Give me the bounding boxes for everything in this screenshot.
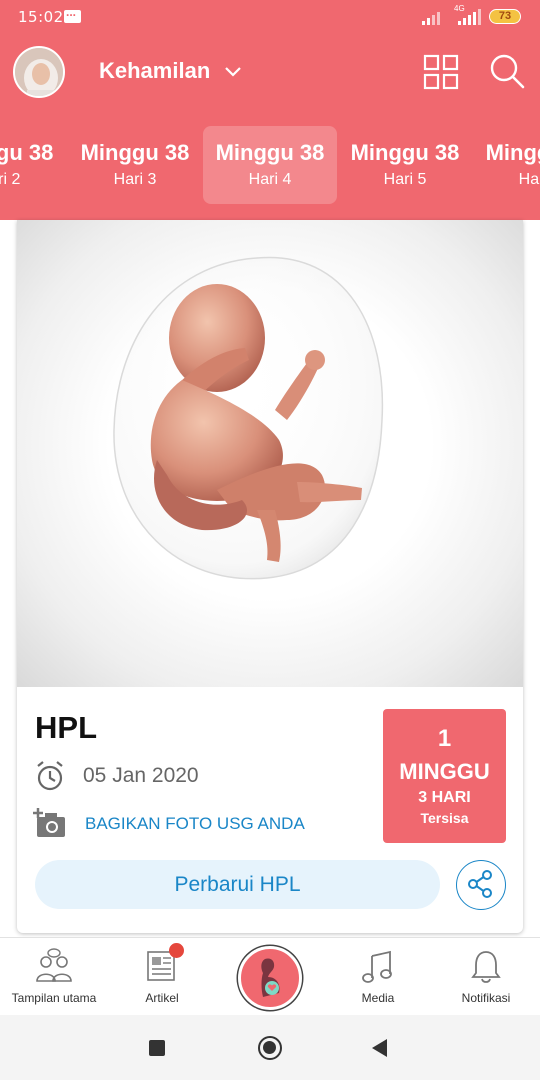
countdown-remaining: Tersisa [420,810,469,826]
nav-label: Artikel [145,991,179,1005]
notification-badge [169,943,184,958]
day-tab-week: Minggu 38 [80,140,190,165]
signal-icon-2 [458,9,481,25]
nav-media[interactable]: Media [324,938,432,1016]
home-button[interactable] [258,1036,282,1060]
system-nav-bar [0,1015,540,1080]
search-icon[interactable] [488,52,526,90]
day-tab-day: Hari 4 [248,171,292,188]
bell-icon [471,951,501,983]
app-header: Kehamilan [0,34,540,120]
message-notification-icon [64,5,81,23]
day-tab-day: Hari 2 [0,171,21,188]
bottom-nav: Tampilan utama Artikel Media Notifikasi [0,937,540,1015]
pregnancy-card: HPL 05 Jan 2020 BAGIKAN FOTO USG ANDA 1 … [17,220,523,933]
people-icon [36,948,72,982]
day-tab-week: Minggu 38 [0,140,54,165]
day-tab-day: Hari 6 [518,171,540,188]
day-tab-day: Hari 3 [113,171,157,188]
day-tab-day: Hari 5 [383,171,427,188]
status-time: 15:02 [18,8,64,26]
music-icon [362,950,392,983]
countdown-unit: MINGGU [399,759,490,784]
nav-notification[interactable]: Notifikasi [432,938,540,1016]
due-date-row: 05 Jan 2020 [35,758,199,794]
avatar-image [15,48,63,96]
share-icon [468,870,492,898]
battery-indicator: 73 [489,9,521,24]
hpl-title: HPL [35,710,97,745]
nav-label: Notifikasi [461,991,511,1005]
avatar[interactable] [13,46,65,98]
day-tab[interactable]: Minggu 38 Hari 2 [0,126,66,204]
status-bar: 15:02 4G 73 [0,0,540,34]
update-hpl-button[interactable]: Perbarui HPL [35,860,440,909]
chevron-down-icon [224,58,242,84]
page-title-dropdown[interactable]: Kehamilan [99,58,242,84]
day-tab-week: Minggu 38 [485,140,540,165]
share-usg-label: BAGIKAN FOTO USG ANDA [85,814,305,833]
add-photo-icon [33,808,65,837]
countdown-days: 3 HARI [418,789,471,806]
back-button[interactable] [372,1039,387,1057]
fetus-illustration[interactable] [17,220,523,687]
day-tab-week: Minggu 38 [350,140,460,165]
share-usg-link[interactable]: BAGIKAN FOTO USG ANDA [33,806,305,842]
day-tab-active[interactable]: Minggu 38 Hari 4 [203,126,337,204]
day-tab[interactable]: Minggu 38 Hari 6 [473,126,540,204]
countdown-box: 1 MINGGU 3 HARI Tersisa [383,709,506,843]
nav-label: Tampilan utama [11,991,97,1005]
day-tab[interactable]: Minggu 38 Hari 5 [338,126,472,204]
page-title: Kehamilan [99,58,211,83]
day-tab-week: Minggu 38 [215,140,325,165]
nav-article[interactable]: Artikel [108,938,216,1016]
day-tab[interactable]: Minggu 38 Hari 3 [68,126,202,204]
fetus-image [113,256,384,580]
alarm-clock-icon [37,761,63,791]
due-date: 05 Jan 2020 [83,764,199,787]
share-button[interactable] [456,860,506,910]
nav-home[interactable]: Tampilan utama [0,938,108,1016]
grid-icon[interactable] [423,54,459,90]
pregnancy-center-button[interactable] [238,946,302,1010]
day-tabs: Minggu 38 Hari 2 Minggu 38 Hari 3 Minggu… [0,120,540,220]
pregnancy-icon [261,958,280,997]
countdown-number: 1 [437,725,452,752]
signal-icon [422,12,440,25]
recent-apps-button[interactable] [149,1040,165,1056]
nav-label: Media [361,991,395,1005]
